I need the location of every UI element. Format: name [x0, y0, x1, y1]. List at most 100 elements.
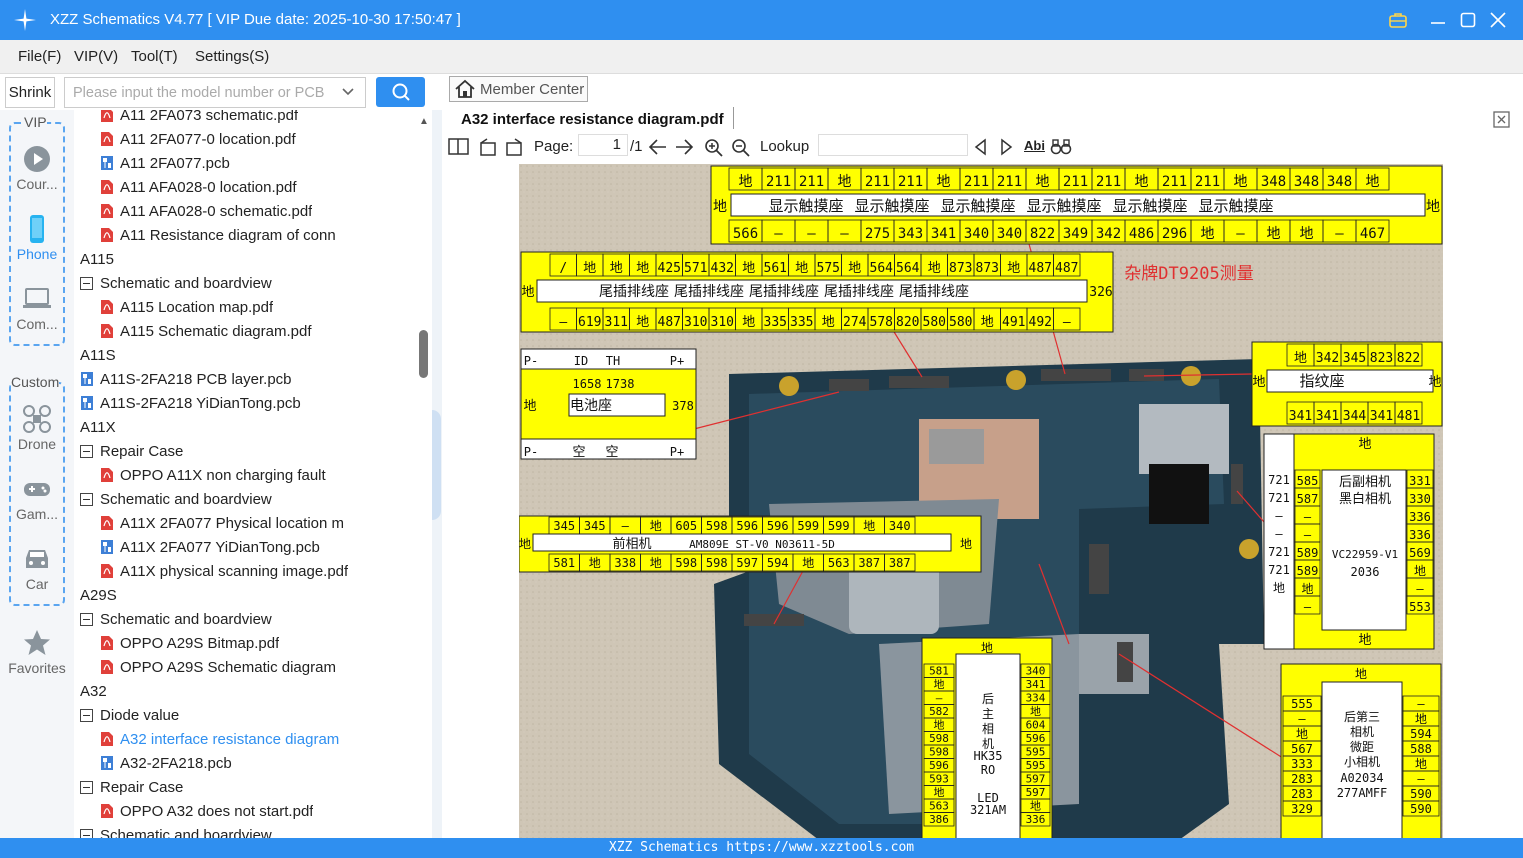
tree-file[interactable]: A11X 2FA077 YiDianTong.pcb: [100, 535, 320, 559]
tree-file[interactable]: A11X physical scanning image.pdf: [100, 559, 348, 583]
pin-value: 873: [976, 261, 999, 276]
tree-folder[interactable]: Schematic and boardview: [80, 607, 272, 631]
tree-file[interactable]: A115 Schematic diagram.pdf: [100, 319, 312, 343]
panel-splitter[interactable]: [432, 110, 442, 840]
menu-file[interactable]: File(F): [18, 48, 61, 65]
tree-folder[interactable]: A32: [75, 679, 107, 703]
match-case-button[interactable]: Abi: [1024, 138, 1045, 153]
tree-file[interactable]: A11S-2FA218 YiDianTong.pcb: [80, 391, 301, 415]
connector-label: 显示触摸座: [1112, 197, 1187, 215]
pdf-file-icon: [101, 660, 113, 674]
document-tab[interactable]: A32 interface resistance diagram.pdf: [461, 111, 724, 128]
zoom-out-icon[interactable]: [731, 138, 751, 163]
rail-item-phone[interactable]: Phone: [0, 214, 74, 262]
sidebar-toggle-icon[interactable]: [448, 138, 470, 161]
rail-label: Cour...: [16, 176, 58, 192]
tree-file[interactable]: A11 Resistance diagram of conn: [100, 223, 336, 247]
tree-file[interactable]: A32-2FA218.pcb: [100, 751, 232, 775]
connector-label: 尾插排线座: [749, 284, 819, 300]
page-number-input[interactable]: 1: [578, 134, 628, 156]
lookup-input[interactable]: [818, 134, 968, 156]
collapse-toggle-icon[interactable]: [80, 492, 93, 506]
shrink-button[interactable]: Shrink: [5, 77, 55, 108]
pin-value: 地: [937, 174, 951, 190]
tree-folder[interactable]: Repair Case: [80, 775, 183, 799]
pin-value: 605: [675, 519, 697, 533]
tree-file[interactable]: OPPO A29S Bitmap.pdf: [100, 631, 279, 655]
maximize-button[interactable]: [1456, 8, 1480, 32]
tree-folder[interactable]: Diode value: [80, 703, 179, 727]
tree-folder[interactable]: A29S: [75, 583, 117, 607]
rail-item-drone[interactable]: Drone: [0, 404, 74, 452]
zoom-in-icon[interactable]: [704, 138, 724, 163]
collapse-handle[interactable]: [432, 410, 441, 520]
collapse-toggle-icon[interactable]: [80, 612, 93, 626]
pin-value: 地: [934, 786, 945, 799]
minimize-button[interactable]: [1426, 8, 1450, 32]
rotate-left-icon[interactable]: [478, 138, 498, 161]
tree-file[interactable]: OPPO A32 does not start.pdf: [100, 799, 313, 823]
tree-file[interactable]: A32 interface resistance diagram: [100, 727, 339, 751]
tree-folder[interactable]: A11S: [75, 343, 116, 367]
tree-file[interactable]: A11X 2FA077 Physical location m: [100, 511, 344, 535]
connector-label: 显示触摸座: [768, 197, 843, 215]
page-canvas[interactable]: 地 211 211 地 211 211 地 211 211 地 211 211 地 211 211 地 348 3…: [442, 164, 1523, 840]
model-search-input[interactable]: [73, 83, 331, 103]
tree-file[interactable]: A11 2FA077.pcb: [100, 151, 230, 175]
menu-tool[interactable]: Tool(T): [131, 48, 178, 65]
pin-value: 593: [929, 773, 949, 786]
pin-value: —: [559, 315, 567, 330]
chevron-down-icon[interactable]: [341, 85, 355, 104]
rail-item-car[interactable]: Car: [0, 544, 74, 592]
pin-value: 432: [711, 261, 734, 276]
prev-page-icon[interactable]: [648, 138, 668, 161]
scrollbar-thumb[interactable]: [419, 330, 428, 378]
tree-file[interactable]: OPPO A11X non charging fault: [100, 463, 326, 487]
close-button[interactable]: [1486, 8, 1510, 32]
member-center-button[interactable]: Member Center: [449, 76, 588, 102]
pin-value: 581: [553, 556, 575, 570]
collapse-toggle-icon[interactable]: [80, 708, 93, 722]
collapse-toggle-icon[interactable]: [80, 276, 93, 290]
part-number: AM809E ST-V0 N03611-5D: [689, 538, 835, 551]
tree-folder[interactable]: Repair Case: [80, 439, 183, 463]
tree-file[interactable]: A11 2FA077-0 location.pdf: [100, 127, 296, 151]
tree-scrollbar[interactable]: ▲: [415, 110, 432, 840]
tree-folder[interactable]: A115: [75, 247, 114, 271]
pin-value: 331: [1409, 474, 1431, 488]
next-page-icon[interactable]: [674, 138, 694, 161]
tree-file[interactable]: A11 2FA073 schematic.pdf: [100, 110, 298, 127]
rail-item-computer[interactable]: Com...: [0, 284, 74, 332]
find-prev-icon[interactable]: [973, 138, 989, 161]
tree-file[interactable]: A11 AFA028-0 schematic.pdf: [100, 199, 312, 223]
binoculars-icon[interactable]: [1050, 138, 1072, 161]
pin-value: 345: [584, 519, 606, 533]
vip-group-label: VIP: [24, 114, 47, 130]
rail-item-favorites[interactable]: Favorites: [0, 628, 74, 676]
tree-file[interactable]: OPPO A29S Schematic diagram: [100, 655, 336, 679]
briefcase-icon[interactable]: [1386, 8, 1410, 32]
pin-value: 地: [848, 261, 861, 276]
tree-item-label: Repair Case: [100, 442, 184, 460]
find-next-icon[interactable]: [998, 138, 1014, 161]
tree-folder[interactable]: Schematic and boardview: [80, 271, 272, 295]
tree-file[interactable]: A11S-2FA218 PCB layer.pcb: [80, 367, 292, 391]
rail-item-game[interactable]: Gam...: [0, 474, 74, 522]
collapse-toggle-icon[interactable]: [80, 444, 93, 458]
menu-vip[interactable]: VIP(V): [74, 48, 118, 65]
rail-item-course[interactable]: Cour...: [0, 144, 74, 192]
scroll-up-icon[interactable]: ▲: [419, 116, 429, 127]
tree-file[interactable]: A11 AFA028-0 location.pdf: [100, 175, 297, 199]
menu-settings[interactable]: Settings(S): [195, 48, 269, 65]
model-search-box[interactable]: [64, 77, 366, 108]
search-button[interactable]: [376, 77, 425, 107]
model-tree[interactable]: A11 2FA073 schematic.pdf A11 2FA077-0 loc…: [75, 110, 415, 840]
tree-folder[interactable]: Schematic and boardview: [80, 487, 272, 511]
pin-value: 599: [797, 519, 819, 533]
collapse-toggle-icon[interactable]: [80, 780, 93, 794]
connector-label: 后副相机: [1339, 475, 1391, 490]
rotate-right-icon[interactable]: [504, 138, 524, 161]
pin-value: —: [1417, 697, 1425, 711]
tree-file[interactable]: A115 Location map.pdf: [100, 295, 273, 319]
tree-folder[interactable]: A11X: [75, 415, 116, 439]
